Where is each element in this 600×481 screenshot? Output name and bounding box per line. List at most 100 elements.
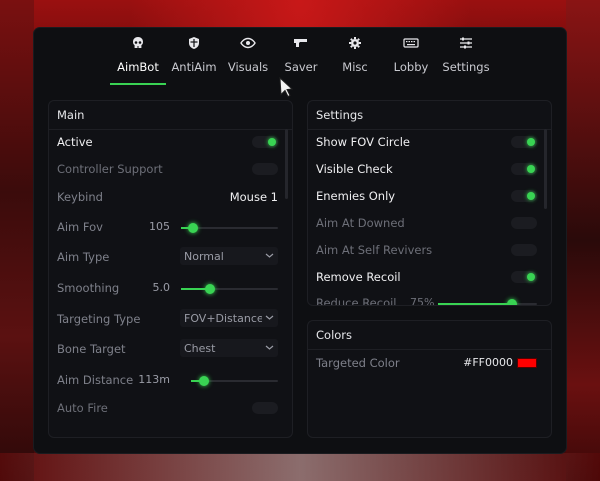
targeting-type-select[interactable]: FOV+Distance	[180, 309, 278, 327]
aim-fov-row: Aim Fov 105	[57, 217, 278, 237]
active-label: Active	[57, 135, 93, 149]
main-panel: Main Active Controller Support Keybind M…	[48, 100, 293, 438]
reduce-recoil-row: Reduce Recoil 75%	[316, 293, 537, 306]
targeted-color-label: Targeted Color	[316, 356, 400, 370]
tab-label: Lobby	[393, 60, 429, 74]
tab-label: Settings	[442, 60, 490, 74]
tab-aimbot[interactable]: AimBot	[110, 36, 166, 88]
tab-antiaim[interactable]: AntiAim	[168, 36, 220, 88]
eye-icon	[222, 36, 274, 54]
select-value: Chest	[184, 342, 216, 355]
aim-distance-value: 113m	[138, 373, 170, 386]
active-toggle[interactable]	[252, 136, 278, 148]
tab-visuals[interactable]: Visuals	[222, 36, 274, 88]
active-tab-indicator	[110, 83, 166, 85]
targeted-color-row: Targeted Color #FF0000	[316, 353, 537, 373]
remove-recoil-label: Remove Recoil	[316, 270, 401, 284]
tab-label: AimBot	[117, 60, 159, 74]
tab-label: Visuals	[227, 60, 269, 74]
panel-divider	[308, 349, 551, 350]
aim-distance-label: Aim Distance	[57, 373, 134, 387]
targeting-type-label: Targeting Type	[57, 312, 141, 326]
slider-handle[interactable]	[205, 284, 216, 294]
show-fov-row: Show FOV Circle	[316, 132, 537, 152]
tab-label: Saver	[284, 60, 318, 74]
auto-fire-label: Auto Fire	[57, 401, 108, 415]
tab-bar: AimBot AntiAim Visuals Saver Misc Lobby …	[34, 28, 566, 88]
reduce-recoil-slider[interactable]	[438, 299, 537, 305]
panel-title: Settings	[316, 108, 364, 122]
chevron-down-icon	[265, 312, 274, 325]
smoothing-label: Smoothing	[57, 281, 120, 295]
slider-handle[interactable]	[199, 376, 210, 386]
sliders-icon	[438, 36, 494, 54]
colors-panel: Colors Targeted Color #FF0000	[307, 320, 552, 438]
tab-label: Misc	[342, 60, 368, 74]
keybind-label: Keybind	[57, 190, 103, 204]
aim-at-downed-toggle[interactable]	[511, 217, 537, 229]
controller-support-toggle[interactable]	[252, 163, 278, 175]
panel-divider	[308, 129, 551, 130]
tab-misc[interactable]: Misc	[334, 36, 376, 88]
chevron-down-icon	[265, 250, 274, 263]
main-scrollbar[interactable]	[285, 129, 288, 199]
aim-type-select[interactable]: Normal	[180, 247, 278, 265]
background-right	[566, 0, 600, 481]
show-fov-toggle[interactable]	[511, 136, 537, 148]
gear-icon	[334, 36, 376, 54]
chevron-down-icon	[265, 342, 274, 355]
reduce-recoil-value: 75%	[410, 296, 435, 306]
reduce-recoil-label: Reduce Recoil	[316, 296, 397, 306]
bone-target-label: Bone Target	[57, 342, 126, 356]
aim-type-row: Aim Type Normal	[57, 247, 278, 267]
tab-label: AntiAim	[171, 60, 217, 74]
aim-distance-slider[interactable]	[191, 376, 278, 386]
aim-fov-value: 105	[149, 220, 170, 233]
slider-handle[interactable]	[187, 223, 198, 233]
color-picker-swatch[interactable]	[517, 358, 537, 368]
keybind-button[interactable]: Mouse 1	[230, 190, 278, 204]
keybind-row: Keybind Mouse 1	[57, 187, 278, 207]
settings-panel: Settings Show FOV Circle Visible Check E…	[307, 100, 552, 306]
aim-fov-label: Aim Fov	[57, 220, 103, 234]
enemies-only-row: Enemies Only	[316, 186, 537, 206]
background-bottom	[0, 453, 600, 481]
remove-recoil-row: Remove Recoil	[316, 267, 537, 287]
show-fov-label: Show FOV Circle	[316, 135, 410, 149]
smoothing-slider[interactable]	[181, 284, 278, 294]
auto-fire-toggle[interactable]	[252, 402, 278, 414]
aim-at-downed-row: Aim At Downed	[316, 213, 537, 233]
visible-check-label: Visible Check	[316, 162, 393, 176]
controller-support-label: Controller Support	[57, 162, 163, 176]
gun-icon	[276, 36, 326, 54]
background-left	[0, 0, 34, 481]
visible-check-row: Visible Check	[316, 159, 537, 179]
panel-title: Colors	[316, 328, 353, 342]
shield-icon	[168, 36, 220, 54]
targeting-type-row: Targeting Type FOV+Distance	[57, 309, 278, 329]
enemies-only-label: Enemies Only	[316, 189, 396, 203]
skull-icon	[110, 36, 166, 54]
remove-recoil-toggle[interactable]	[511, 271, 537, 283]
aim-at-self-revivers-row: Aim At Self Revivers	[316, 240, 537, 260]
enemies-only-toggle[interactable]	[511, 190, 537, 202]
auto-fire-row: Auto Fire	[57, 398, 278, 418]
aim-at-self-revivers-label: Aim At Self Revivers	[316, 243, 433, 257]
bone-target-row: Bone Target Chest	[57, 339, 278, 359]
controller-support-row: Controller Support	[57, 159, 278, 179]
aim-distance-row: Aim Distance 113m	[57, 370, 278, 390]
bone-target-select[interactable]: Chest	[180, 339, 278, 357]
select-value: FOV+Distance	[184, 312, 262, 325]
mouse-cursor-icon	[279, 76, 295, 101]
visible-check-toggle[interactable]	[511, 163, 537, 175]
aim-at-self-revivers-toggle[interactable]	[511, 244, 537, 256]
smoothing-row: Smoothing 5.0	[57, 278, 278, 298]
aim-fov-slider[interactable]	[181, 223, 278, 233]
select-value: Normal	[184, 250, 224, 263]
tab-settings[interactable]: Settings	[438, 36, 494, 88]
tab-lobby[interactable]: Lobby	[386, 36, 436, 88]
panel-divider	[49, 129, 292, 130]
slider-handle[interactable]	[507, 299, 518, 305]
cheat-menu-window: AimBot AntiAim Visuals Saver Misc Lobby …	[34, 28, 566, 453]
settings-scrollbar[interactable]	[544, 129, 547, 209]
